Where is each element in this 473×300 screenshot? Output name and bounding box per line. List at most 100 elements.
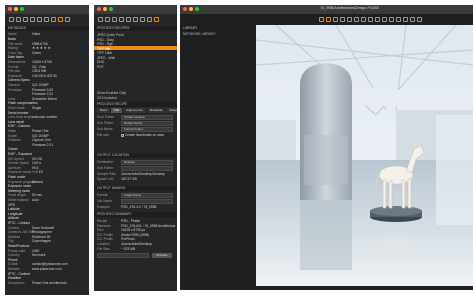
metadata-value[interactable]: contact@phaseone.com — [32, 262, 68, 266]
recipe-item[interactable]: PSD - Rgb — [97, 42, 175, 46]
pan-tool-icon[interactable] — [326, 16, 331, 22]
metadata-value[interactable]: Firmware 2.01 — [32, 92, 53, 96]
metadata-value[interactable]: 11608 x 8708 — [32, 60, 52, 64]
root-folder-field[interactable]: Output Location — [121, 115, 173, 120]
metadata-value[interactable]: Auto — [32, 198, 39, 202]
metadata-value[interactable]: Denmark — [32, 253, 45, 257]
sub-name-field[interactable]: Format Folder — [121, 127, 173, 132]
recipe-item[interactable]: JPEG Quick Proof — [97, 33, 175, 37]
proof-icon[interactable] — [417, 16, 422, 22]
sub-folder-field[interactable]: Recipe Name — [121, 121, 173, 126]
grid-tool-icon[interactable] — [403, 16, 408, 22]
metadata-value[interactable]: www.phaseone.com — [32, 267, 62, 271]
close-button[interactable] — [183, 7, 187, 11]
details-tool-icon[interactable] — [44, 16, 49, 22]
metadata-value[interactable]: Firmware 3.00 — [32, 88, 53, 92]
exposure-tool-icon[interactable] — [30, 16, 35, 22]
close-button[interactable] — [97, 7, 101, 11]
lens-tool-icon[interactable] — [37, 16, 42, 22]
metadata-value[interactable]: ISO 50 — [32, 157, 42, 161]
recipe-item[interactable]: PDF — [97, 65, 175, 69]
sub-folder-location-field[interactable] — [121, 166, 173, 171]
recipe-item[interactable]: JPEG - Web — [97, 56, 175, 60]
process-button[interactable]: Process — [152, 253, 172, 258]
capture-tool-icon[interactable] — [16, 16, 21, 22]
metadata-value[interactable]: ★ ★ ★ ★ ★ — [32, 46, 50, 50]
recipe-item[interactable]: PSD - Gray — [97, 38, 175, 42]
metadata-value[interactable]: 105.6 MB — [32, 69, 46, 73]
recipe-tab[interactable]: Metadata — [146, 108, 167, 113]
crop-tool-icon[interactable] — [340, 16, 345, 22]
exposure-warning-icon[interactable] — [410, 16, 415, 22]
adjust-tool-icon[interactable] — [140, 16, 145, 22]
metadata-tool-icon[interactable] — [147, 16, 152, 22]
zoom-button[interactable] — [195, 7, 199, 11]
metadata-value[interactable]: Phase One architecture — [32, 281, 67, 285]
adjust-tool-icon[interactable] — [51, 16, 56, 22]
zoom-button[interactable] — [109, 7, 113, 11]
metadata-value[interactable]: Manual — [32, 180, 43, 184]
output-tool-icon[interactable] — [154, 16, 159, 22]
destination-select[interactable]: Desktop — [121, 160, 173, 165]
metadata-value[interactable]: IQ3 100MP — [32, 134, 49, 138]
metadata-value[interactable]: Capture One — [32, 138, 51, 142]
metadata-value[interactable]: Firmware 2.01 — [32, 143, 53, 147]
exposure-tool-icon[interactable] — [119, 16, 124, 22]
reset-tool-icon[interactable] — [396, 16, 401, 22]
color-tool-icon[interactable] — [23, 16, 28, 22]
metadata-value[interactable]: Copenhagen — [32, 239, 51, 243]
library-tool-icon[interactable] — [9, 16, 14, 22]
lens-tool-icon[interactable] — [126, 16, 131, 22]
job-name-field[interactable] — [121, 199, 173, 204]
details-tool-icon[interactable] — [133, 16, 138, 22]
metadata-value[interactable]: +/-0 EV — [32, 170, 43, 174]
metadata-value[interactable]: 2450 — [32, 249, 39, 253]
straighten-tool-icon[interactable] — [347, 16, 352, 22]
metadata-value[interactable]: Phase One — [32, 129, 49, 133]
brush-tool-icon[interactable] — [361, 16, 366, 22]
zoom-tool-icon[interactable] — [333, 16, 338, 22]
metadata-value[interactable]: Green — [32, 51, 41, 55]
output-tool-icon[interactable] — [65, 16, 70, 22]
metadata-value[interactable]: Single — [32, 106, 41, 110]
metadata-value[interactable]: Kirkeboel 28 — [32, 235, 50, 239]
keystone-tool-icon[interactable] — [354, 16, 359, 22]
metadata-value[interactable]: unknown number — [32, 115, 57, 119]
eraser-tool-icon[interactable] — [368, 16, 373, 22]
recipe-tab[interactable]: File — [111, 108, 124, 113]
recipe-tab[interactable]: Basic — [97, 108, 112, 113]
zoom-button[interactable] — [20, 7, 24, 11]
summary-output-field[interactable] — [97, 253, 149, 258]
close-button[interactable] — [8, 7, 12, 11]
metadata-value[interactable]: Schneider 80mm — [32, 97, 57, 101]
recipe-tab[interactable]: Watermark — [166, 108, 177, 113]
minimize-button[interactable] — [103, 7, 107, 11]
metadata-value[interactable]: IQ3 100MP — [32, 83, 49, 87]
checkbox-icon[interactable] — [121, 133, 124, 137]
cursor-tool-icon[interactable] — [319, 16, 324, 22]
metadata-value[interactable]: 1/40 f/5.6 ISO 50 — [32, 74, 57, 78]
capture-tool-icon[interactable] — [105, 16, 110, 22]
metadata-value[interactable]: f/5.6 — [32, 166, 38, 170]
library-tool-icon[interactable] — [98, 16, 103, 22]
metadata-value[interactable]: 0956-6706 — [32, 42, 48, 46]
metadata-value[interactable]: 1/40 s — [32, 161, 41, 165]
recipe-item[interactable]: TIFF 16bit — [97, 51, 175, 55]
metadata-value[interactable]: 80 mm — [32, 193, 42, 197]
copy-tool-icon[interactable] — [382, 16, 387, 22]
minimize-button[interactable] — [14, 7, 18, 11]
apply-tool-icon[interactable] — [389, 16, 394, 22]
picker-tool-icon[interactable] — [375, 16, 380, 22]
recipe-item[interactable]: TIFF 8bit — [97, 47, 175, 51]
format-field[interactable]: Image Name — [121, 193, 173, 198]
recipe-tab[interactable]: Adjustments — [123, 108, 147, 113]
metadata-value[interactable]: Photographer — [32, 230, 52, 234]
image-viewer[interactable] — [256, 25, 473, 286]
color-tool-icon[interactable] — [112, 16, 117, 22]
metadata-value[interactable]: IIQ - Raw — [32, 65, 46, 69]
metadata-tool-icon[interactable] — [58, 16, 63, 22]
metadata-value[interactable]: Dean Hollowell — [32, 226, 54, 230]
minimize-button[interactable] — [189, 7, 193, 11]
recipe-item[interactable]: DNG — [97, 60, 175, 64]
show-enabled-toggle[interactable]: Show Enabled Only — [97, 91, 175, 95]
